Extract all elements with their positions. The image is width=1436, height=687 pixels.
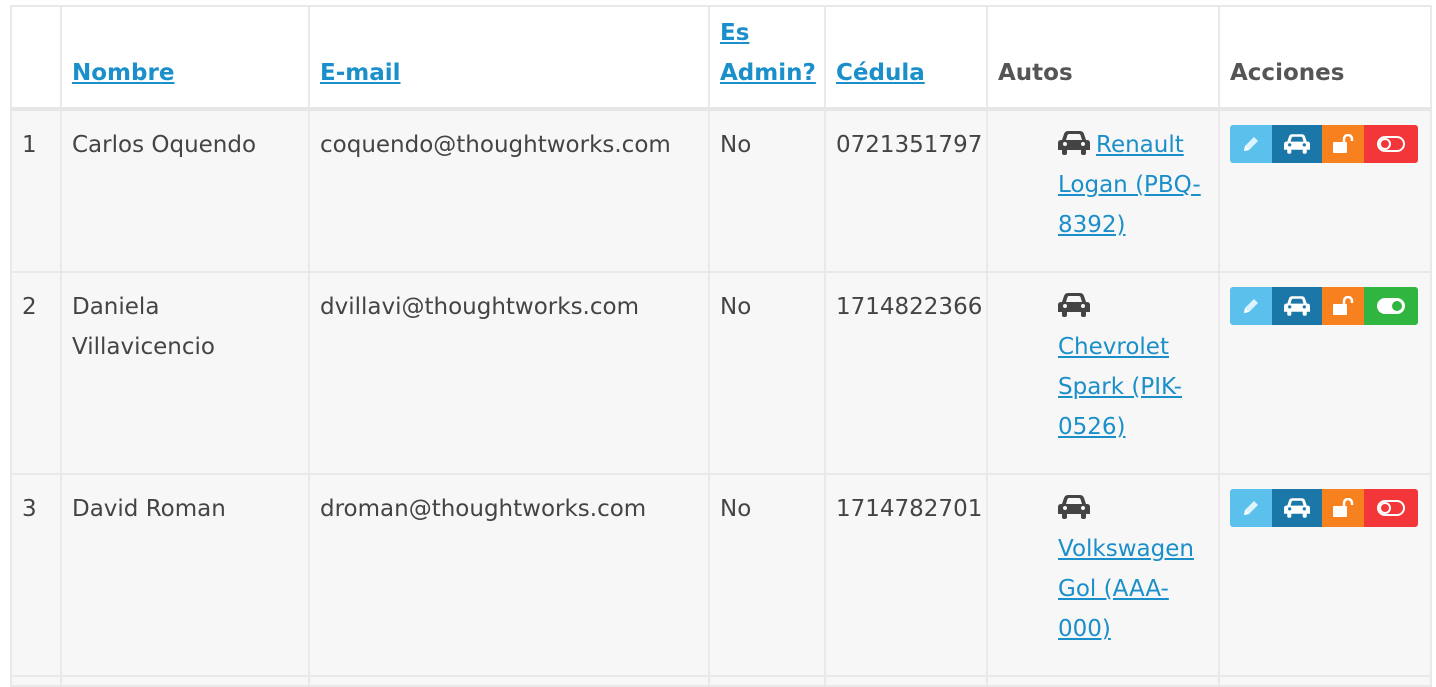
row-email: coquendo@thoughtworks.com (308, 108, 710, 273)
header-email: E-mail (308, 5, 710, 111)
edit-button[interactable] (1230, 125, 1272, 163)
edit-button[interactable] (1230, 287, 1272, 325)
toggle-off-icon (1377, 500, 1405, 516)
es-admin-line1: Es (720, 20, 750, 46)
car-icon (1058, 290, 1090, 317)
status-toggle-button[interactable] (1364, 489, 1418, 527)
pencil-icon (1244, 137, 1258, 151)
car-icon (1284, 134, 1310, 154)
row-nombre: David Roman (60, 473, 310, 677)
unlock-icon (1333, 296, 1354, 315)
pencil-icon (1244, 299, 1258, 313)
row-index: 3 (10, 473, 62, 677)
es-admin-line2: Admin? (720, 60, 816, 86)
unlock-icon (1333, 134, 1354, 153)
row-email: droman@thoughtworks.com (308, 473, 710, 677)
row-admin: No (708, 473, 826, 677)
row-autos: Chevrolet Spark (PIK-0526) (986, 271, 1220, 475)
status-toggle-button[interactable] (1364, 287, 1418, 325)
row-cedula: 0721351797 (824, 108, 988, 273)
sort-nombre-link[interactable]: Nombre (72, 60, 174, 86)
car-icon (1058, 492, 1090, 519)
car-icon (1058, 128, 1090, 155)
actions-button-group (1230, 489, 1418, 527)
row-autos: Volkswagen Gol (AAA-000) (986, 473, 1220, 677)
row-autos: Renault Logan (PBQ-8392) (986, 108, 1220, 273)
row-acciones (1218, 271, 1432, 475)
table-row: 2 Daniela Villavicencio dvillavi@thought… (10, 271, 1432, 475)
cars-button[interactable] (1272, 125, 1322, 163)
header-es-admin: Es Admin? (708, 5, 826, 111)
cars-button[interactable] (1272, 287, 1322, 325)
header-acciones: Acciones (1218, 5, 1432, 111)
header-index (10, 5, 62, 111)
edit-button[interactable] (1230, 489, 1272, 527)
unlock-icon (1333, 498, 1354, 517)
row-nombre: Carlos Oquendo (60, 108, 310, 273)
actions-button-group (1230, 125, 1418, 163)
table-row-partial (10, 675, 1432, 687)
row-admin: No (708, 108, 826, 273)
permissions-button[interactable] (1322, 287, 1364, 325)
car-icon (1284, 498, 1310, 518)
header-autos: Autos (986, 5, 1220, 111)
table-row: 3 David Roman droman@thoughtworks.com No… (10, 473, 1432, 677)
status-toggle-button[interactable] (1364, 125, 1418, 163)
row-email: dvillavi@thoughtworks.com (308, 271, 710, 475)
toggle-on-icon (1377, 298, 1405, 314)
header-cedula: Cédula (824, 5, 988, 111)
sort-es-admin-link[interactable]: Es Admin? (720, 20, 816, 86)
actions-button-group (1230, 287, 1418, 325)
row-nombre: Daniela Villavicencio (60, 271, 310, 475)
auto-link[interactable]: Volkswagen Gol (AAA-000) (1058, 536, 1194, 642)
row-cedula: 1714822366 (824, 271, 988, 475)
table-row: 1 Carlos Oquendo coquendo@thoughtworks.c… (10, 108, 1432, 273)
car-icon (1284, 296, 1310, 316)
sort-cedula-link[interactable]: Cédula (836, 60, 925, 86)
permissions-button[interactable] (1322, 125, 1364, 163)
cars-button[interactable] (1272, 489, 1322, 527)
toggle-off-icon (1377, 136, 1405, 152)
row-acciones (1218, 108, 1432, 273)
pencil-icon (1244, 501, 1258, 515)
header-nombre: Nombre (60, 5, 310, 111)
auto-link[interactable]: Chevrolet Spark (PIK-0526) (1058, 334, 1182, 440)
row-index: 2 (10, 271, 62, 475)
sort-email-link[interactable]: E-mail (320, 60, 401, 86)
permissions-button[interactable] (1322, 489, 1364, 527)
row-cedula: 1714782701 (824, 473, 988, 677)
row-index: 1 (10, 108, 62, 273)
users-table: Nombre E-mail Es Admin? Cédula Autos Acci… (10, 5, 1432, 687)
row-admin: No (708, 271, 826, 475)
table-header-row: Nombre E-mail Es Admin? Cédula Autos Acci… (10, 5, 1432, 111)
row-acciones (1218, 473, 1432, 677)
